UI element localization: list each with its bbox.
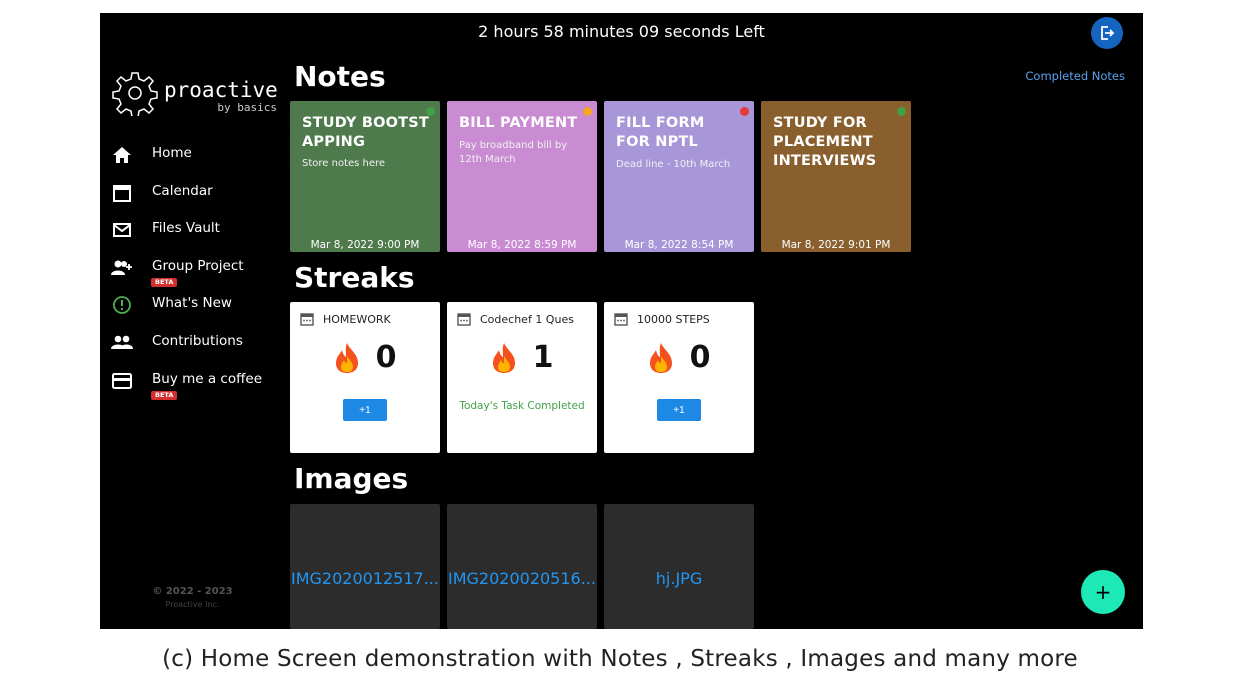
streak-header: 10000 STEPS xyxy=(614,312,710,326)
image-tile[interactable]: IMG2020012517... xyxy=(290,504,440,629)
note-text: Dead line - 10th March xyxy=(616,159,731,170)
note-card[interactable]: STUDY BOOTST APPING Store notes here Mar… xyxy=(290,101,440,252)
streaks-list: HOMEWORK 0 +1 Codechef 1 Ques 1 Today's … xyxy=(290,302,754,453)
logo-word: proactive xyxy=(164,78,278,102)
image-tile[interactable]: IMG2020020516... xyxy=(447,504,597,629)
streak-header: Codechef 1 Ques xyxy=(457,312,574,326)
logout-button[interactable] xyxy=(1091,17,1123,49)
streak-name: 10000 STEPS xyxy=(637,312,710,326)
image-tile[interactable]: hj.JPG xyxy=(604,504,754,629)
people-icon xyxy=(111,332,133,354)
mail-icon xyxy=(111,219,133,241)
calendar-icon xyxy=(300,313,314,326)
streak-card[interactable]: HOMEWORK 0 +1 xyxy=(290,302,440,453)
streak-number: 0 xyxy=(689,340,711,375)
notes-heading: Notes xyxy=(294,60,386,93)
sidebar-item-label: Calendar xyxy=(152,182,213,199)
image-filename: IMG2020012517... xyxy=(291,569,439,588)
home-icon xyxy=(111,144,133,166)
sidebar-item-label: Home xyxy=(152,145,192,161)
fire-icon xyxy=(335,342,358,373)
sidebar-item-label: Group Project xyxy=(152,257,244,274)
note-card[interactable]: FILL FORM FOR NPTL Dead line - 10th Marc… xyxy=(604,101,754,252)
sidebar-item-whats-new[interactable]: What's New xyxy=(100,286,285,324)
fire-icon xyxy=(649,342,672,373)
fire-icon xyxy=(492,342,515,373)
note-card[interactable]: BILL PAYMENT Pay broadband bill by 12th … xyxy=(447,101,597,252)
note-title: STUDY BOOTST APPING xyxy=(302,115,429,150)
note-date: Mar 8, 2022 9:00 PM xyxy=(310,239,420,251)
sidebar-item-files-vault[interactable]: Files Vault xyxy=(100,211,285,249)
sidebar-item-calendar[interactable]: Calendar xyxy=(100,174,285,212)
streak-name: Codechef 1 Ques xyxy=(480,312,574,326)
sidebar-item-contributions[interactable]: Contributions xyxy=(100,324,285,362)
card-icon xyxy=(111,370,133,392)
add-group-icon xyxy=(111,257,133,279)
increment-streak-button[interactable]: +1 xyxy=(657,399,701,421)
increment-streak-button[interactable]: +1 xyxy=(343,399,387,421)
sidebar-item-group-project[interactable]: Group Project BETA xyxy=(100,249,285,287)
streak-card[interactable]: Codechef 1 Ques 1 Today's Task Completed xyxy=(447,302,597,453)
copyright-text: © 2022 - 2023 xyxy=(152,586,233,597)
streak-status: Today's Task Completed xyxy=(459,400,585,412)
streak-number: 0 xyxy=(375,340,397,375)
images-list: IMG2020012517... IMG2020020516... hj.JPG xyxy=(290,504,754,629)
note-text: Store notes here xyxy=(302,158,386,169)
note-title: STUDY FOR PLACEMENT INTERVIEWS xyxy=(773,115,877,169)
streak-count-row: 1 xyxy=(447,340,597,375)
sidebar-item-home[interactable]: Home xyxy=(100,136,285,174)
figure-caption: (c) Home Screen demonstration with Notes… xyxy=(162,646,1078,672)
info-icon xyxy=(111,294,133,316)
add-fab-button[interactable]: + xyxy=(1081,570,1125,614)
company-text: Proactive Inc. xyxy=(165,600,220,609)
beta-badge: BETA xyxy=(151,390,178,400)
streak-name: HOMEWORK xyxy=(323,312,391,326)
logout-icon xyxy=(1101,26,1115,40)
note-title: BILL PAYMENT xyxy=(459,115,578,131)
sidebar-item-label: Buy me a coffee xyxy=(152,370,263,387)
sidebar-item-label: Files Vault xyxy=(152,220,220,237)
streak-card[interactable]: 10000 STEPS 0 +1 xyxy=(604,302,754,453)
gear-icon xyxy=(112,72,158,116)
app-logo[interactable]: proactive by basics xyxy=(112,70,278,120)
streak-header: HOMEWORK xyxy=(300,312,391,326)
plus-icon: + xyxy=(1094,580,1112,604)
notes-list: STUDY BOOTST APPING Store notes here Mar… xyxy=(290,101,911,252)
note-title: FILL FORM FOR NPTL xyxy=(616,115,705,150)
priority-dot xyxy=(740,107,749,116)
streak-number: 1 xyxy=(532,340,554,375)
note-date: Mar 8, 2022 9:01 PM xyxy=(781,239,891,251)
image-filename: IMG2020020516... xyxy=(448,569,596,588)
sidebar-item-label: Contributions xyxy=(152,332,243,349)
priority-dot xyxy=(897,107,906,116)
note-text: Pay broadband bill by 12th March xyxy=(459,140,568,165)
countdown-timer: 2 hours 58 minutes 09 seconds Left xyxy=(478,22,765,41)
sidebar-nav: Home Calendar Files Vault Group Project … xyxy=(100,136,285,400)
note-date: Mar 8, 2022 8:59 PM xyxy=(467,239,577,251)
sidebar-item-buy-me-a-coffee[interactable]: Buy me a coffee BETA xyxy=(100,362,285,400)
note-date: Mar 8, 2022 8:54 PM xyxy=(624,239,734,251)
logo-subtitle: by basics xyxy=(217,101,277,114)
sidebar-item-label: What's New xyxy=(152,295,232,312)
streak-count-row: 0 xyxy=(290,340,440,375)
calendar-icon xyxy=(614,313,628,326)
calendar-icon xyxy=(457,313,471,326)
calendar-icon xyxy=(111,182,133,204)
note-card[interactable]: STUDY FOR PLACEMENT INTERVIEWS Mar 8, 20… xyxy=(761,101,911,252)
completed-notes-link[interactable]: Completed Notes xyxy=(1000,69,1125,83)
images-heading: Images xyxy=(294,462,409,495)
app-screen: 2 hours 58 minutes 09 seconds Left proac… xyxy=(100,13,1143,629)
streaks-heading: Streaks xyxy=(294,261,415,294)
streak-count-row: 0 xyxy=(604,340,754,375)
image-filename: hj.JPG xyxy=(655,569,703,588)
